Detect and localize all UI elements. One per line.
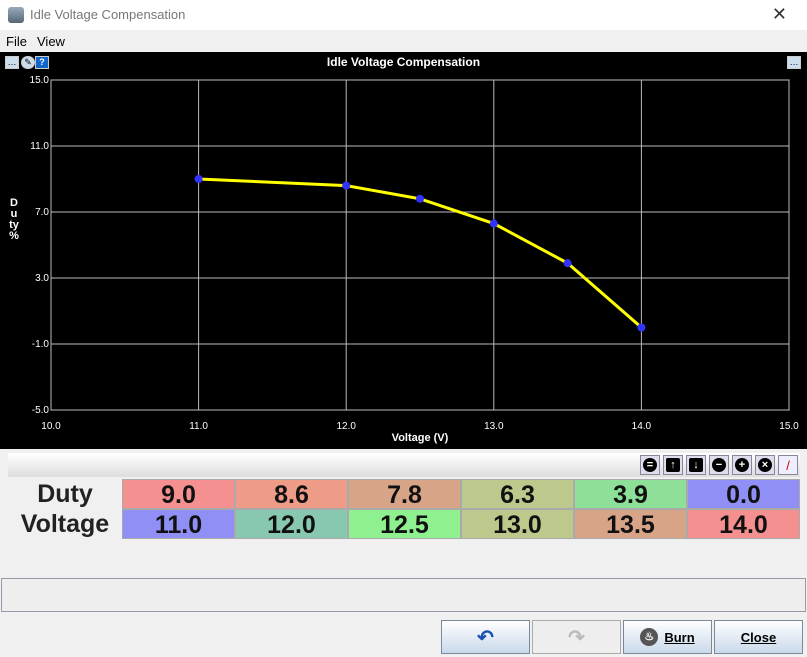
- redo-button: ↷: [532, 620, 621, 654]
- x-tick-label: 13.0: [484, 421, 504, 432]
- subtract-button[interactable]: −: [709, 455, 729, 475]
- equal-icon: =: [643, 458, 657, 472]
- add-button[interactable]: +: [732, 455, 752, 475]
- data-point: [489, 219, 498, 228]
- pen-icon: /: [786, 457, 790, 473]
- y-tick-label: 15.0: [30, 75, 50, 86]
- title-bar: Idle Voltage Compensation ✕: [0, 0, 807, 30]
- table-cell[interactable]: 12.5: [348, 509, 461, 539]
- set-equal-button[interactable]: =: [640, 455, 660, 475]
- data-point: [194, 175, 203, 183]
- table-cell[interactable]: 11.0: [122, 509, 235, 539]
- row-label: Duty: [37, 480, 93, 508]
- plot-border: [50, 79, 790, 411]
- y-tick-label: 11.0: [30, 141, 49, 152]
- table-cell[interactable]: 13.0: [461, 509, 574, 539]
- interpolate-button[interactable]: /: [778, 455, 798, 475]
- x-axis-label: Voltage (V): [392, 432, 449, 444]
- y-tick-label: 7.0: [35, 207, 49, 218]
- redo-icon: ↷: [568, 626, 585, 649]
- curve-table: Duty 9.0 8.6 7.8 6.3 3.9 0.0 Voltage 11.0 12.0 12.…: [8, 479, 800, 539]
- table-cell[interactable]: 3.9: [574, 479, 687, 509]
- app-icon: [8, 7, 24, 23]
- close-button[interactable]: Close: [714, 620, 803, 654]
- window-title: Idle Voltage Compensation: [30, 7, 186, 22]
- menu-file[interactable]: File: [6, 34, 27, 49]
- multiply-button[interactable]: ×: [755, 455, 775, 475]
- table-cell[interactable]: 7.8: [348, 479, 461, 509]
- x-tick-label: 10.0: [41, 421, 61, 432]
- data-point: [342, 181, 351, 190]
- table-toolbar: = ↑ ↓ − + × /: [8, 453, 800, 477]
- arrow-down-icon: ↓: [689, 458, 703, 472]
- x-tick-label: 12.0: [336, 421, 356, 432]
- x-tick-label: 11.0: [189, 421, 208, 432]
- flame-icon: ♨: [640, 628, 659, 646]
- status-bar: [1, 578, 806, 612]
- x-tick-label: 14.0: [632, 421, 652, 432]
- data-point: [563, 259, 572, 268]
- y-tick-label: -5.0: [32, 405, 50, 416]
- table-row: Duty 9.0 8.6 7.8 6.3 3.9 0.0: [8, 479, 800, 509]
- burn-button[interactable]: ♨ Burn: [623, 620, 712, 654]
- table-cell[interactable]: 14.0: [687, 509, 800, 539]
- row-label: Voltage: [20, 510, 110, 538]
- table-row: Voltage 11.0 12.0 12.5 13.0 13.5 14.0: [8, 509, 800, 539]
- plus-icon: +: [735, 458, 749, 472]
- close-window-icon[interactable]: ✕: [772, 4, 787, 25]
- table-cell[interactable]: 12.0: [235, 509, 348, 539]
- menu-bar: File View: [0, 30, 807, 52]
- data-point: [637, 323, 646, 332]
- minus-icon: −: [712, 458, 726, 472]
- close-label: Close: [740, 629, 777, 645]
- y-tick-label: -1.0: [32, 339, 50, 350]
- x-tick-label: 15.0: [779, 421, 799, 432]
- curve-chart: … ✎ ? … Idle Voltage Compensation 10.0 11…: [0, 52, 807, 449]
- table-cell[interactable]: 6.3: [461, 479, 574, 509]
- burn-label: Burn: [664, 629, 695, 645]
- y-tick-label: 3.0: [35, 273, 49, 284]
- multiply-icon: ×: [758, 458, 772, 472]
- table-cell[interactable]: 9.0: [122, 479, 235, 509]
- decrement-button[interactable]: ↓: [686, 455, 706, 475]
- arrow-up-icon: ↑: [666, 458, 680, 472]
- menu-view[interactable]: View: [37, 34, 65, 49]
- table-cell[interactable]: 13.5: [574, 509, 687, 539]
- increment-button[interactable]: ↑: [663, 455, 683, 475]
- y-axis-label: Duty %: [9, 197, 22, 242]
- table-cell[interactable]: 8.6: [235, 479, 348, 509]
- undo-button[interactable]: ↶: [441, 620, 530, 654]
- chart-svg: 10.0 11.0 12.0 13.0 14.0 15.0 15.0 11.0 7.0 3.0 -1…: [30, 75, 800, 444]
- table-cell[interactable]: 0.0: [687, 479, 800, 509]
- undo-icon: ↶: [477, 626, 494, 649]
- data-point: [416, 194, 424, 203]
